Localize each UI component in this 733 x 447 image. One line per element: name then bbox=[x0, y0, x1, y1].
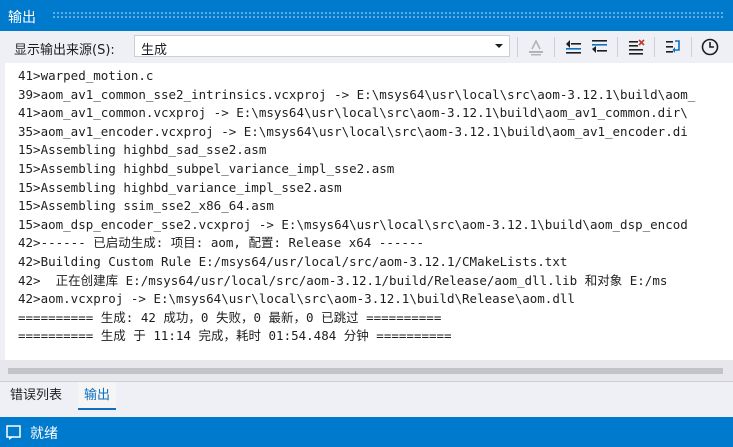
output-line: 15>aom_dsp_encoder_sse2.vcxproj -> E:\ms… bbox=[18, 216, 688, 232]
output-line: 39>aom_av1_common_sse2_intrinsics.vcxpro… bbox=[18, 86, 696, 102]
clear-all-icon bbox=[629, 39, 645, 55]
output-source-select[interactable]: 生成 bbox=[134, 35, 510, 58]
output-source-value: 生成 bbox=[141, 43, 168, 58]
output-lines: 41>warped_motion.c 39>aom_av1_common_sse2… bbox=[18, 67, 733, 346]
status-text: 就绪 bbox=[30, 426, 58, 442]
output-toolbar: 显示输出来源(S): 生成 bbox=[0, 31, 733, 63]
tab-error-list[interactable]: 错误列表 bbox=[4, 382, 68, 410]
output-line: ========== 生成 于 11:14 完成，耗时 01:54.484 分钟… bbox=[18, 328, 452, 344]
toolbar-separator bbox=[554, 37, 555, 57]
scrollbar-thumb[interactable] bbox=[8, 368, 723, 374]
status-window-icon bbox=[6, 425, 21, 440]
next-message-button[interactable] bbox=[587, 36, 611, 58]
horizontal-scrollbar[interactable] bbox=[0, 360, 733, 381]
prev-message-icon bbox=[566, 40, 581, 54]
clock-icon bbox=[701, 38, 719, 56]
word-wrap-button[interactable] bbox=[661, 36, 685, 58]
next-message-icon bbox=[592, 40, 607, 53]
tab-output[interactable]: 输出 bbox=[78, 382, 117, 410]
output-line: 41>warped_motion.c bbox=[18, 68, 154, 83]
output-line: 15>Assembling highbd_variance_impl_sse2.… bbox=[18, 179, 342, 195]
toolbar-separator bbox=[654, 37, 655, 57]
output-line: 41>aom_av1_common.vcxproj -> E:\msys64\u… bbox=[18, 105, 688, 121]
output-line: 35>aom_av1_encoder.vcxproj -> E:\msys64\… bbox=[18, 123, 688, 139]
output-line: 15>Assembling highbd_sad_sse2.asm bbox=[18, 142, 267, 158]
find-message-button[interactable] bbox=[524, 36, 548, 58]
panel-title: 输出 bbox=[8, 10, 36, 26]
chevron-down-icon bbox=[495, 44, 503, 48]
output-line: 42>------ 已启动生成: 项目: aom, 配置: Release x6… bbox=[18, 235, 425, 251]
prev-message-button[interactable] bbox=[561, 36, 585, 58]
show-timestamps-button[interactable] bbox=[698, 36, 722, 58]
output-text-area[interactable]: 41>warped_motion.c 39>aom_av1_common_sse2… bbox=[5, 63, 733, 381]
output-line: 15>Assembling highbd_subpel_variance_imp… bbox=[18, 160, 395, 176]
panel-tabs: 错误列表 输出 bbox=[0, 381, 733, 410]
output-line: 42> 正在创建库 E:/msys64/usr/local/src/aom-3.… bbox=[18, 272, 668, 288]
source-label: 显示输出来源(S): bbox=[14, 43, 115, 58]
output-line: 42>aom.vcxproj -> E:\msys64\usr\local\sr… bbox=[18, 291, 575, 307]
output-line: 42>Building Custom Rule E:/msys64/usr/lo… bbox=[18, 253, 568, 269]
status-bar: 就绪 bbox=[0, 417, 733, 447]
output-line: ========== 生成: 42 成功，0 失败，0 最新，0 已跳过 ===… bbox=[18, 309, 442, 325]
output-panel-titlebar[interactable]: 输出 bbox=[0, 0, 733, 31]
output-line: 15>Assembling ssim_sse2_x86_64.asm bbox=[18, 198, 274, 214]
toolbar-separator bbox=[517, 37, 518, 57]
find-message-icon bbox=[529, 39, 543, 56]
titlebar-grip[interactable] bbox=[52, 11, 725, 20]
toolbar-separator bbox=[691, 37, 692, 57]
clear-all-button[interactable] bbox=[624, 36, 648, 58]
word-wrap-icon bbox=[666, 40, 680, 53]
toolbar-separator bbox=[617, 37, 618, 57]
